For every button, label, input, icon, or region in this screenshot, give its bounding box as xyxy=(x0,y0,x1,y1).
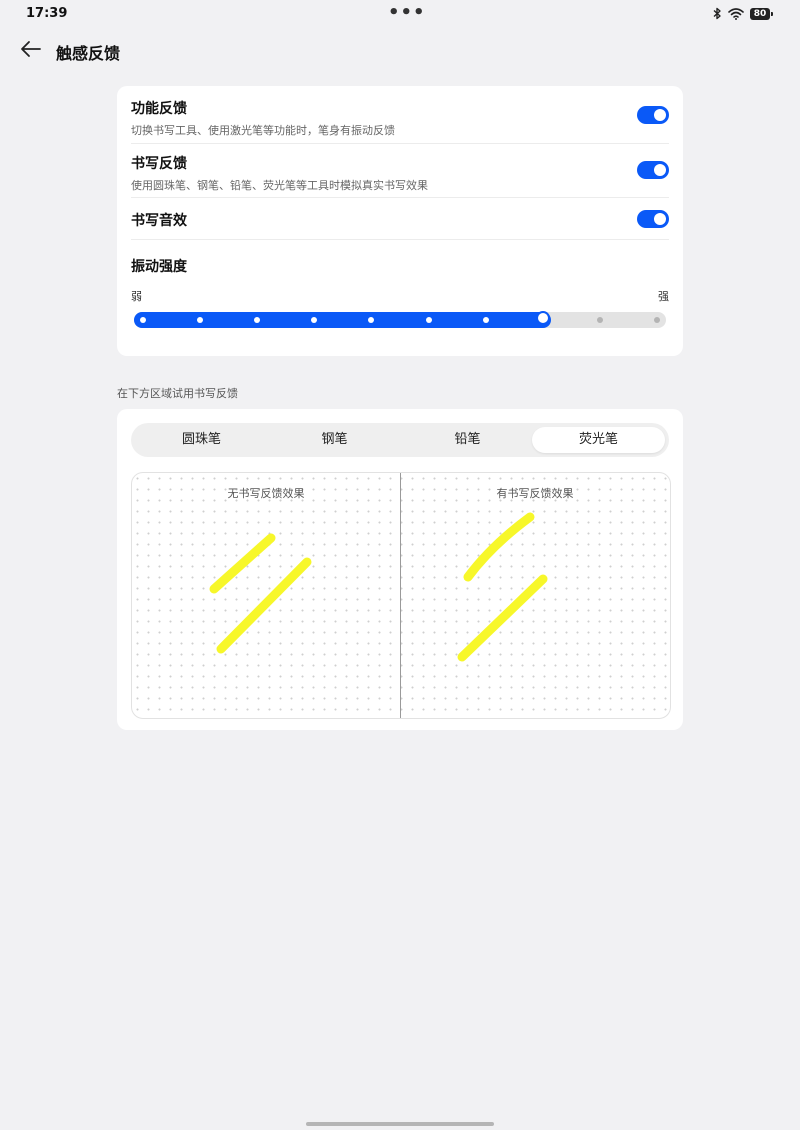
tool-tab-pencil[interactable]: 铅笔 xyxy=(401,427,534,453)
multitask-dots-icon[interactable]: ••• xyxy=(388,2,426,23)
slider-step-dot xyxy=(140,317,146,323)
setting-title: 振动强度 xyxy=(131,259,187,275)
haptic-settings-card: 功能反馈 切换书写工具、使用激光笔等功能时，笔身有振动反馈 书写反馈 使用圆珠笔… xyxy=(117,86,683,356)
tool-tab-highlighter[interactable]: 荧光笔 xyxy=(532,427,665,453)
highlighter-strokes xyxy=(209,512,548,662)
divider xyxy=(131,143,669,144)
setting-writing-feedback[interactable]: 书写反馈 使用圆珠笔、钢笔、铅笔、荧光笔等工具时模拟真实书写效果 xyxy=(131,153,669,197)
setting-title: 功能反馈 xyxy=(131,101,187,117)
slider-min-label: 弱 xyxy=(131,290,142,303)
writing-trial-card: 圆珠笔 钢笔 铅笔 荧光笔 无书写反馈效果 有书写反馈效果 xyxy=(117,409,683,730)
setting-description: 切换书写工具、使用激光笔等功能时，笔身有振动反馈 xyxy=(131,124,395,137)
home-indicator[interactable] xyxy=(306,1122,494,1126)
setting-description: 使用圆珠笔、钢笔、铅笔、荧光笔等工具时模拟真实书写效果 xyxy=(131,179,428,192)
status-time: 17:39 xyxy=(26,6,68,21)
highlighter-stroke xyxy=(209,533,276,594)
writing-sound-toggle[interactable] xyxy=(637,210,669,228)
vibration-intensity-slider[interactable] xyxy=(134,311,666,328)
slider-max-label: 强 xyxy=(658,290,669,303)
slider-thumb[interactable] xyxy=(535,311,550,325)
slider-step-dot xyxy=(654,317,660,323)
status-icons: 80 xyxy=(712,7,773,20)
function-feedback-toggle[interactable] xyxy=(637,106,669,124)
writing-trial-canvas[interactable]: 无书写反馈效果 有书写反馈效果 xyxy=(131,472,671,719)
tool-tab-ballpoint[interactable]: 圆珠笔 xyxy=(135,427,268,453)
tool-tab-fountain-pen[interactable]: 钢笔 xyxy=(268,427,401,453)
status-bar: 17:39 ••• 80 xyxy=(0,0,800,28)
bluetooth-icon xyxy=(713,7,721,20)
setting-function-feedback[interactable]: 功能反馈 切换书写工具、使用激光笔等功能时，笔身有振动反馈 xyxy=(131,98,669,142)
setting-writing-sound[interactable]: 书写音效 xyxy=(131,210,669,238)
setting-title: 书写音效 xyxy=(131,213,187,229)
wifi-icon xyxy=(728,7,744,20)
back-arrow-icon[interactable] xyxy=(20,40,42,58)
battery-icon: 80 xyxy=(750,7,773,20)
setting-vibration-intensity: 振动强度 xyxy=(131,256,669,276)
pen-tool-selector: 圆珠笔 钢笔 铅笔 荧光笔 xyxy=(131,423,669,457)
slider-step-dot xyxy=(596,317,603,323)
highlighter-stroke xyxy=(463,512,535,582)
divider xyxy=(131,197,669,198)
trial-section-caption: 在下方区域试用书写反馈 xyxy=(117,387,238,400)
writing-feedback-toggle[interactable] xyxy=(637,161,669,179)
title-bar: 触感反馈 xyxy=(0,32,800,68)
slider-step-dot xyxy=(482,317,489,323)
slider-step-dot xyxy=(425,317,432,323)
highlighter-stroke xyxy=(457,574,548,662)
page-title: 触感反馈 xyxy=(56,44,121,63)
divider xyxy=(131,239,669,240)
setting-title: 书写反馈 xyxy=(131,156,187,172)
